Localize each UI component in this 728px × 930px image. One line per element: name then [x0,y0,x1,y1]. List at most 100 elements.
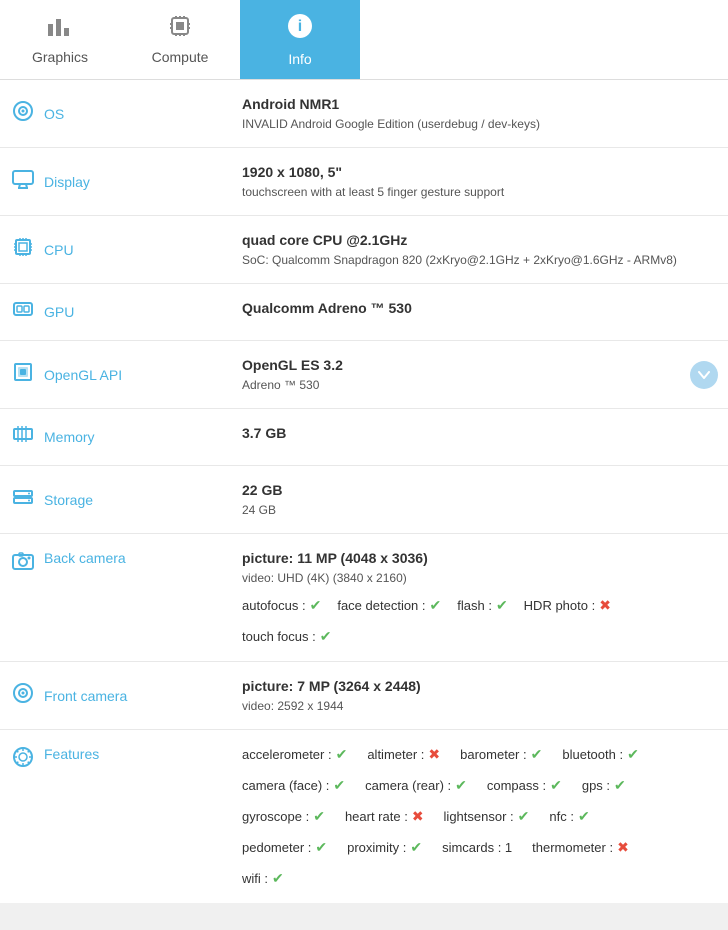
feat-barometer-label: barometer : [460,745,526,765]
features-line-1: accelerometer : ✔ altimeter : ✖ baromete… [242,744,716,765]
tab-compute-label: Compute [152,49,209,65]
features-line-3: gyroscope : ✔ heart rate : ✖ lightsensor… [242,806,716,827]
altimeter-cross: ✖ [428,744,440,765]
autofocus-check: ✔ [310,595,322,616]
os-icon [10,100,36,128]
feature-hdr-photo: HDR photo : ✖ [524,595,611,616]
feat-bluetooth: bluetooth : ✔ [562,744,638,765]
feat-wifi: wifi : ✔ [242,868,284,889]
feat-compass-label: compass : [487,776,546,796]
tab-compute[interactable]: Compute [120,0,240,79]
feat-proximity: proximity : ✔ [347,837,422,858]
back-camera-icon [10,550,36,578]
feature-flash-label: flash : [457,596,492,616]
feat-nfc-label: nfc : [549,807,574,827]
heart-rate-cross: ✖ [412,806,424,827]
back-camera-video: video: UHD (4K) (3840 x 2160) [242,569,716,587]
feat-accelerometer: accelerometer : ✔ [242,744,347,765]
feat-nfc: nfc : ✔ [549,806,589,827]
feat-barometer: barometer : ✔ [460,744,542,765]
touch-focus-check: ✔ [320,626,332,647]
display-label-text: Display [44,174,90,190]
camera-rear-check: ✔ [455,775,467,796]
opengl-icon [10,361,36,389]
pedometer-check: ✔ [315,837,327,858]
gps-check: ✔ [614,775,626,796]
feature-flash: flash : ✔ [457,595,507,616]
feat-simcards-label: simcards : 1 [442,838,512,858]
feat-proximity-label: proximity : [347,838,406,858]
feat-simcards: simcards : 1 [442,838,512,858]
gpu-main: Qualcomm Adreno ™ 530 [242,298,716,319]
features-value: accelerometer : ✔ altimeter : ✖ baromete… [230,730,728,903]
row-opengl: OpenGL API OpenGL ES 3.2 Adreno ™ 530 [0,341,728,409]
tab-bar: Graphics Compute [0,0,728,80]
feat-compass: compass : ✔ [487,775,562,796]
front-camera-value: picture: 7 MP (3264 x 2448) video: 2592 … [230,662,728,729]
tab-info[interactable]: i Info [240,0,360,79]
label-cpu: CPU [0,216,230,283]
memory-icon [10,423,36,451]
gpu-label-text: GPU [44,304,74,320]
opengl-main: OpenGL ES 3.2 [242,355,678,376]
camera-face-check: ✔ [333,775,345,796]
display-main: 1920 x 1080, 5" [242,162,716,183]
accelerometer-check: ✔ [336,744,348,765]
opengl-sub: Adreno ™ 530 [242,376,678,394]
tab-graphics[interactable]: Graphics [0,0,120,79]
cpu-label-text: CPU [44,242,74,258]
svg-text:i: i [298,18,302,35]
hdr-cross: ✖ [599,595,611,616]
feat-heart-rate-label: heart rate : [345,807,408,827]
storage-icon [10,486,36,514]
feat-bluetooth-label: bluetooth : [562,745,623,765]
opengl-dropdown-button[interactable] [690,361,718,389]
row-front-camera: Front camera picture: 7 MP (3264 x 2448)… [0,662,728,730]
label-features: Features [0,730,230,903]
feat-lightsensor: lightsensor : ✔ [444,806,530,827]
display-value: 1920 x 1080, 5" touchscreen with at leas… [230,148,728,215]
feat-gyroscope: gyroscope : ✔ [242,806,325,827]
flash-check: ✔ [496,595,508,616]
row-os: OS Android NMR1 INVALID Android Google E… [0,80,728,148]
tab-graphics-label: Graphics [32,49,88,65]
row-back-camera: Back camera picture: 11 MP (4048 x 3036)… [0,534,728,662]
feature-touch-focus: touch focus : ✔ [242,626,331,647]
feat-heart-rate: heart rate : ✖ [345,806,424,827]
memory-main: 3.7 GB [242,423,716,444]
barometer-check: ✔ [531,744,543,765]
feat-camera-face-label: camera (face) : [242,776,329,796]
feat-altimeter-label: altimeter : [367,745,424,765]
info-circle-icon: i [286,12,314,47]
feat-camera-rear: camera (rear) : ✔ [365,775,467,796]
label-gpu: GPU [0,284,230,340]
feat-pedometer-label: pedometer : [242,838,311,858]
nfc-check: ✔ [578,806,590,827]
front-camera-label-text: Front camera [44,688,127,704]
label-opengl: OpenGL API [0,341,230,408]
gpu-icon [10,298,36,326]
feat-camera-face: camera (face) : ✔ [242,775,345,796]
label-display: Display [0,148,230,215]
feat-pedometer: pedometer : ✔ [242,837,327,858]
features-line-4: pedometer : ✔ proximity : ✔ simcards : 1… [242,837,716,858]
feature-touch-focus-label: touch focus : [242,627,316,647]
display-icon [10,168,36,196]
os-label-text: OS [44,106,64,122]
feat-altimeter: altimeter : ✖ [367,744,440,765]
feature-autofocus: autofocus : ✔ [242,595,321,616]
feat-gps: gps : ✔ [582,775,626,796]
thermometer-cross: ✖ [617,837,629,858]
features-line-2: camera (face) : ✔ camera (rear) : ✔ comp… [242,775,716,796]
feat-thermometer-label: thermometer : [532,838,613,858]
feat-wifi-label: wifi : [242,869,268,889]
row-storage: Storage 22 GB 24 GB [0,466,728,534]
features-icon [10,746,36,774]
feat-camera-rear-label: camera (rear) : [365,776,451,796]
opengl-label-text: OpenGL API [44,367,122,383]
feat-accelerometer-label: accelerometer : [242,745,332,765]
app-container: Graphics Compute [0,0,728,903]
cpu-icon [10,236,36,264]
label-storage: Storage [0,466,230,533]
cpu-sub: SoC: Qualcomm Snapdragon 820 (2xKryo@2.1… [242,251,716,269]
